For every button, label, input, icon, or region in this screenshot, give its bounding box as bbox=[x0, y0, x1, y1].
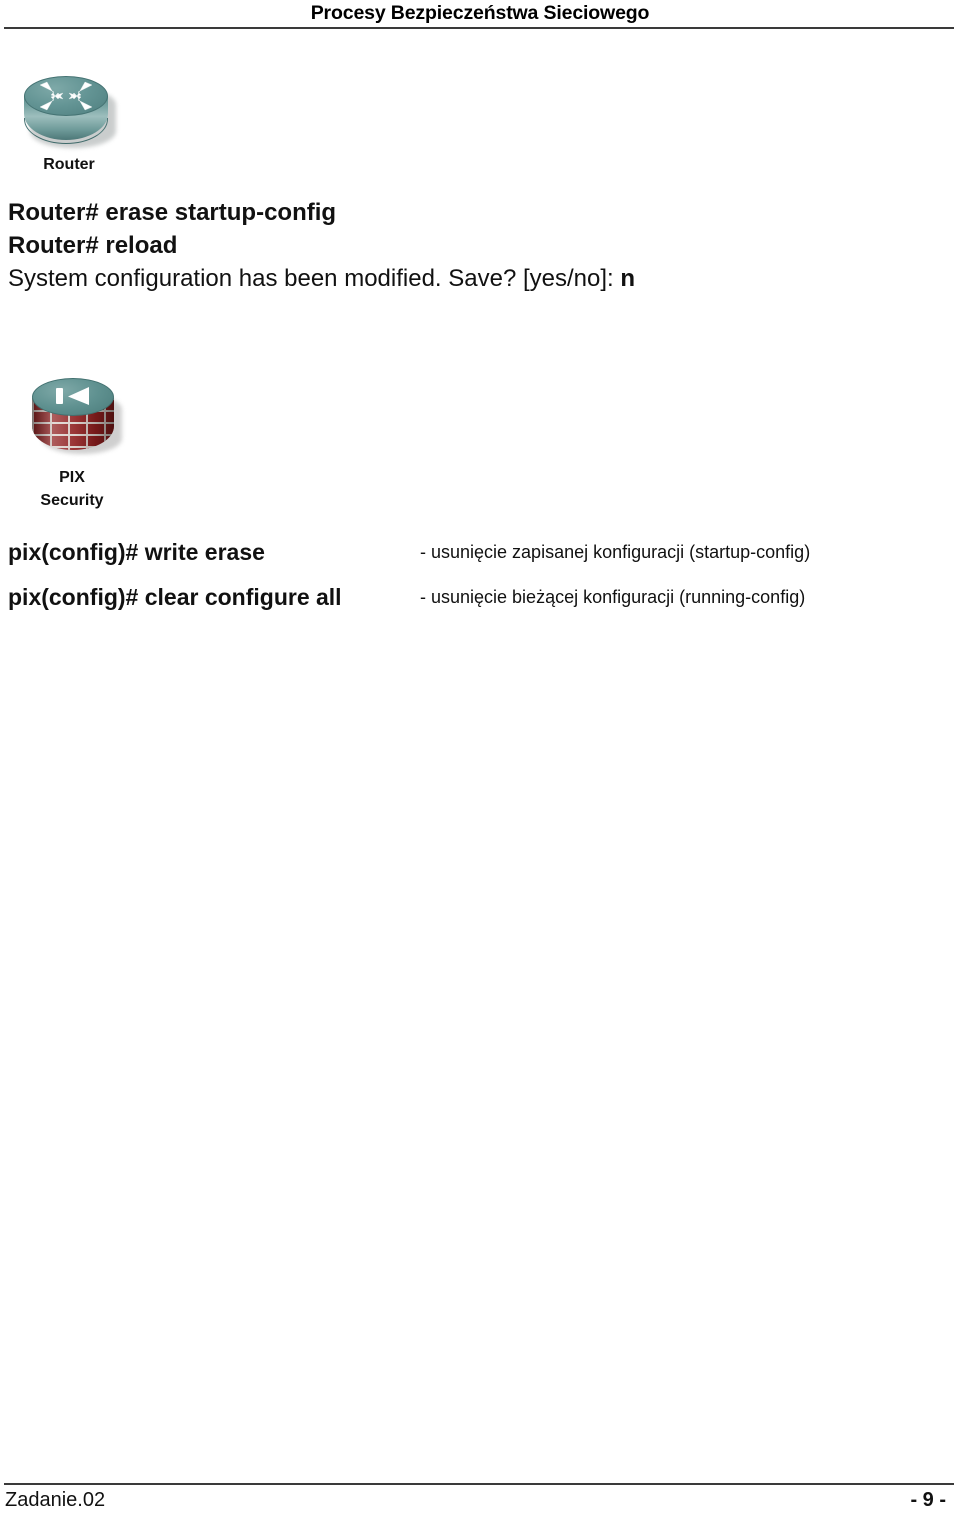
pix-command-write-erase: pix(config)# write erase bbox=[8, 539, 265, 565]
router-save-prompt-text: System configuration has been modified. … bbox=[8, 265, 621, 292]
pix-command-clear-configure-all: pix(config)# clear configure all bbox=[8, 584, 342, 610]
cisco-pix-firewall-icon bbox=[30, 378, 122, 462]
router-save-prompt-answer: n bbox=[620, 265, 636, 292]
page-header: Procesy Bezpieczeństwa Sieciowego bbox=[0, 0, 960, 30]
router-arrows-icon bbox=[24, 76, 108, 116]
router-command-reload: Router# reload bbox=[8, 232, 178, 259]
header-title: Procesy Bezpieczeństwa Sieciowego bbox=[310, 2, 650, 24]
router-cli-block: Router# erase startup-config Router# rel… bbox=[8, 196, 938, 295]
pix-command-write-erase-description: - usunięcie zapisanej konfiguracji (star… bbox=[420, 542, 811, 562]
pix-command-list: pix(config)# write erase - usunięcie zap… bbox=[8, 535, 948, 625]
cisco-router-icon bbox=[20, 74, 116, 152]
footer-page-number: - 9 - bbox=[910, 1489, 946, 1511]
pix-command-row: pix(config)# clear configure all - usuni… bbox=[8, 580, 948, 625]
page-footer: Zadanie.02 - 9 - bbox=[0, 1483, 960, 1517]
pix-command-clear-configure-all-description: - usunięcie bieżącej konfiguracji (runni… bbox=[420, 587, 806, 607]
router-command-erase-startup-config: Router# erase startup-config bbox=[8, 199, 337, 226]
pix-caption-line-1: PIX bbox=[59, 469, 85, 486]
skip-back-glyph-icon bbox=[32, 378, 114, 416]
pix-command-row: pix(config)# write erase - usunięcie zap… bbox=[8, 535, 948, 580]
footer-divider bbox=[4, 1483, 954, 1485]
router-figure-caption: Router bbox=[43, 156, 95, 173]
pix-caption-line-2: Security bbox=[40, 492, 104, 509]
header-divider bbox=[4, 27, 954, 29]
pix-figure: PIX Security bbox=[14, 378, 130, 518]
footer-task-label: Zadanie.02 bbox=[5, 1489, 106, 1511]
pix-figure-caption: PIX Security bbox=[14, 466, 130, 512]
router-save-prompt-line: System configuration has been modified. … bbox=[8, 262, 938, 295]
router-figure: Router bbox=[14, 72, 124, 184]
